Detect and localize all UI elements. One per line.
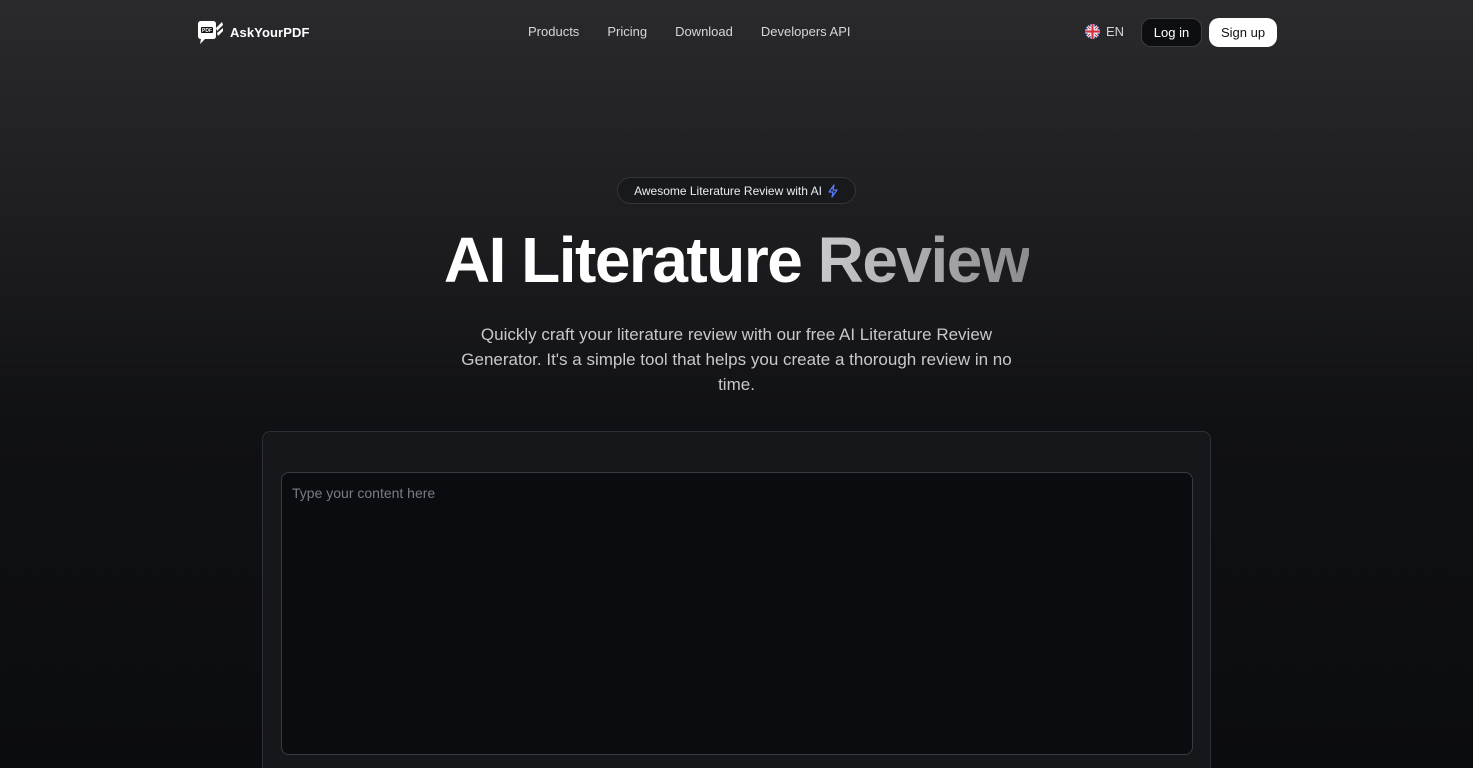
uk-flag-icon <box>1085 24 1100 39</box>
language-label: EN <box>1106 24 1125 39</box>
svg-text:PDF: PDF <box>202 28 212 34</box>
title-part-gradient: Review <box>817 224 1031 296</box>
site-header: PDF AskYourPDF Products Pricing Download… <box>0 0 1473 64</box>
nav-pricing[interactable]: Pricing <box>607 24 647 40</box>
content-input[interactable] <box>281 472 1193 755</box>
logo-text: AskYourPDF <box>230 25 310 40</box>
logo-link[interactable]: PDF AskYourPDF <box>196 19 310 46</box>
editor-panel <box>262 431 1211 768</box>
badge-label: Awesome Literature Review with AI <box>634 183 822 198</box>
signup-button[interactable]: Sign up <box>1209 18 1277 47</box>
title-part-primary: AI Literature <box>443 224 803 296</box>
login-button[interactable]: Log in <box>1141 18 1202 47</box>
language-selector[interactable]: EN <box>1085 24 1124 39</box>
hero-badge: Awesome Literature Review with AI <box>617 177 856 204</box>
hero-subtitle: Quickly craft your literature review wit… <box>461 325 1012 394</box>
page-title: AI Literature Review <box>0 222 1473 298</box>
nav-developers-api[interactable]: Developers API <box>761 24 851 40</box>
lightning-bolt-icon <box>828 183 838 198</box>
pdf-chat-bubble-icon: PDF <box>198 21 223 44</box>
main-nav: Products Pricing Download Developers API <box>528 24 851 40</box>
nav-download[interactable]: Download <box>675 24 733 40</box>
nav-products[interactable]: Products <box>528 24 579 40</box>
